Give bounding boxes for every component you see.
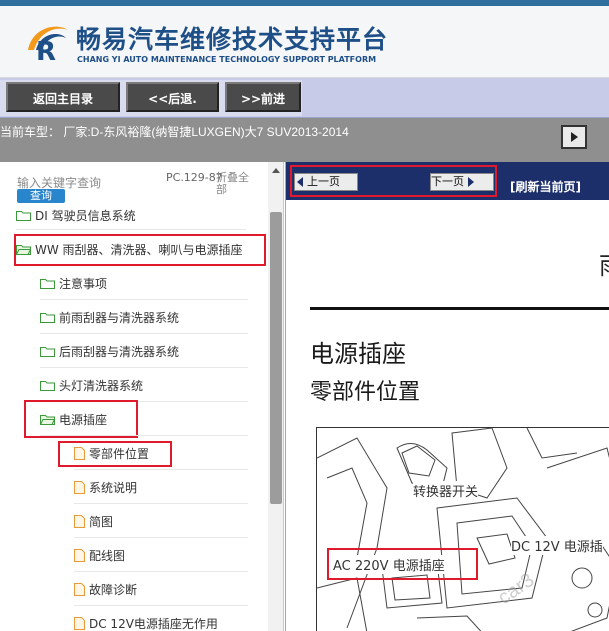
svg-text:R: R	[36, 37, 56, 66]
forward-button[interactable]: >>前进	[225, 82, 301, 112]
tree-item-front-wiper[interactable]: 前雨刮器与清洗器系统	[40, 302, 179, 332]
left-navigation-panel: 输入关键字查询 查询 PC.129-87 折叠全部 DI 驾驶员信息系统 WW …	[0, 162, 284, 631]
tree-item-notes[interactable]: 注意事项	[40, 268, 107, 298]
toggle-panel-button[interactable]	[561, 125, 587, 149]
document-icon	[74, 514, 85, 528]
document-icon	[74, 548, 85, 562]
scroll-up-icon[interactable]	[272, 168, 280, 173]
document-viewer: 上一页 下一页 [刷新当前页] 雨 电源插座 零部件位置	[285, 162, 609, 631]
tree-item-rear-wiper[interactable]: 后雨刮器与清洗器系统	[40, 336, 179, 366]
tree-item-di[interactable]: DI 驾驶员信息系统	[16, 200, 136, 230]
tree-item-system-description[interactable]: 系统说明	[74, 472, 137, 502]
document-icon	[74, 582, 85, 596]
category-tree: DI 驾驶员信息系统 WW 雨刮器、清洗器、喇叭与电源插座 注意事项 前雨刮器与…	[0, 208, 268, 631]
document-icon	[74, 480, 85, 494]
tree-item-schematic[interactable]: 简图	[74, 506, 113, 536]
current-model-label: 当前车型： 厂家:D-东风裕隆(纳智捷LUXGEN)大7 SUV2013-201…	[0, 125, 349, 139]
label-dc12v-outlet: DC 12V 电源插	[511, 536, 603, 555]
doc-title: 电源插座	[310, 340, 406, 368]
tree-item-headlamp-washer[interactable]: 头灯清洗器系统	[40, 370, 143, 400]
doc-divider	[310, 307, 609, 310]
tree-item-diagnosis[interactable]: 故障诊断	[74, 574, 137, 604]
component-location-diagram: 转换器开关 DC 12V 电源插 AC 220V 电源插座 car3	[316, 427, 609, 631]
folder-open-icon	[16, 244, 31, 255]
tree-item-dc12v-fault[interactable]: DC 12V电源插座无作用	[74, 608, 218, 631]
doc-subtitle: 零部件位置	[310, 380, 421, 405]
home-button[interactable]: 返回主目录	[6, 82, 120, 112]
pc-code-label: PC.129-87	[166, 171, 223, 184]
play-icon	[570, 132, 578, 142]
folder-icon	[40, 278, 55, 289]
next-page-button[interactable]: 下一页	[430, 173, 494, 191]
document-icon	[74, 446, 85, 460]
site-header: R 畅易汽车维修技术支持平台 CHANG YI AUTO MAINTENANCE…	[0, 6, 609, 78]
document-icon	[74, 616, 85, 630]
arrow-left-icon	[297, 177, 303, 187]
app-window: R 畅易汽车维修技术支持平台 CHANG YI AUTO MAINTENANCE…	[0, 0, 609, 631]
folder-open-icon	[40, 414, 55, 425]
current-model-bar: 当前车型： 厂家:D-东风裕隆(纳智捷LUXGEN)大7 SUV2013-201…	[0, 118, 609, 162]
prev-page-button[interactable]: 上一页	[294, 173, 358, 191]
tree-item-wiring-diagram[interactable]: 配线图	[74, 540, 125, 570]
tree-item-power-outlet[interactable]: 电源插座	[40, 404, 107, 434]
doc-header-fragment: 雨	[599, 246, 609, 281]
tree-scrollbar[interactable]	[268, 162, 283, 631]
folder-icon	[16, 210, 31, 221]
refresh-page-link[interactable]: [刷新当前页]	[510, 178, 581, 195]
brand-title: 畅易汽车维修技术支持平台	[76, 25, 389, 54]
console-line-drawing	[317, 428, 609, 631]
brand-subtitle: CHANG YI AUTO MAINTENANCE TECHNOLOGY SUP…	[77, 55, 377, 64]
scroll-thumb[interactable]	[270, 212, 282, 504]
highlight-box-ac-outlet	[327, 548, 478, 580]
folder-icon	[40, 312, 55, 323]
folder-icon	[40, 380, 55, 391]
tree-item-component-location[interactable]: 零部件位置	[74, 438, 149, 468]
label-converter-switch: 转换器开关	[413, 481, 479, 500]
fold-all-button[interactable]: 折叠全部	[216, 172, 252, 196]
back-button[interactable]: <<后退.	[126, 82, 219, 112]
document-page: 雨 电源插座 零部件位置	[286, 200, 609, 631]
main-toolbar: 返回主目录 <<后退. >>前进	[0, 78, 609, 118]
tree-item-ww[interactable]: WW 雨刮器、清洗器、喇叭与电源插座	[16, 234, 243, 264]
arrow-right-icon	[468, 177, 474, 187]
page-nav-bar: 上一页 下一页 [刷新当前页]	[286, 162, 609, 200]
swoosh-r-logo: R	[28, 26, 68, 66]
folder-icon	[40, 346, 55, 357]
